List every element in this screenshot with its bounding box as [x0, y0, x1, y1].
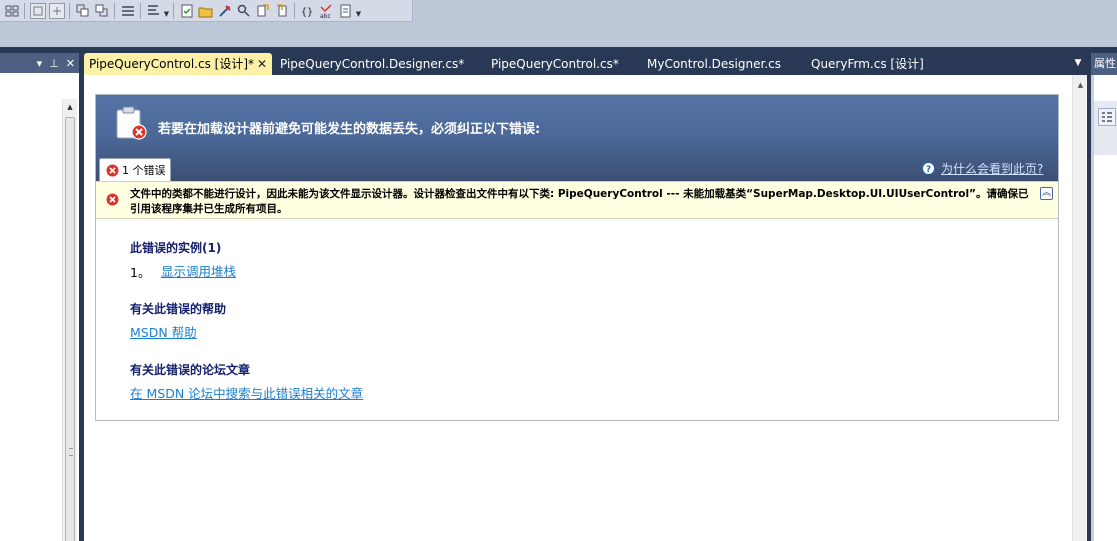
document-properties-icon[interactable]: [338, 3, 354, 19]
toolbar-separator: [114, 2, 115, 19]
why-this-page-help[interactable]: ? 为什么会看到此页?: [922, 160, 1043, 177]
toolbar-separator: [173, 2, 174, 19]
tab-mycontrol-designer[interactable]: MyControl.Designer.cs: [647, 53, 781, 75]
error-message-text: 文件中的类都不能进行设计，因此未能为该文件显示设计器。设计器检查出文件中有以下类…: [130, 188, 1029, 215]
tools-icon[interactable]: [217, 3, 233, 19]
send-to-back-icon[interactable]: [94, 3, 110, 19]
panel-menu-icon[interactable]: ▾: [37, 57, 43, 70]
tab-order-icon[interactable]: [120, 3, 136, 19]
properties-panel-title: 属性: [1091, 53, 1117, 75]
toolbar-separator: [294, 2, 295, 19]
properties-panel-body: [1094, 75, 1117, 541]
find-replace-icon[interactable]: [236, 3, 252, 19]
left-panel-scrollbar[interactable]: ▲: [62, 99, 77, 541]
undo-icon[interactable]: [255, 3, 271, 19]
scrollbar-thumb[interactable]: [65, 117, 75, 541]
tab-queryfrm-design[interactable]: QueryFrm.cs [设计]: [811, 53, 924, 75]
make-same-size-icon[interactable]: [29, 2, 46, 19]
error-icon: [106, 193, 119, 206]
collapse-chevron-icon[interactable]: ︽: [1040, 187, 1053, 200]
scroll-up-arrow-icon[interactable]: ▲: [63, 101, 77, 113]
section-title-error-help: 有关此错误的帮助: [130, 302, 227, 316]
designer-document: 若要在加载设计器前避免可能发生的数据丢失，必须纠正以下错误: 1 个错误 ? 为…: [84, 75, 1087, 541]
document-scrollbar[interactable]: ▲: [1072, 75, 1087, 541]
svg-text:{}: {}: [301, 7, 313, 18]
error-count-label: 1 个错误: [122, 164, 166, 177]
left-tool-panel: ▾ ⊥ ✕ ▲: [0, 53, 79, 541]
redo-icon[interactable]: [274, 3, 290, 19]
error-panel-title: 若要在加载设计器前避免可能发生的数据丢失，必须纠正以下错误:: [158, 122, 541, 137]
msdn-forum-search-link[interactable]: 在 MSDN 论坛中搜索与此错误相关的文章: [130, 383, 363, 402]
svg-text:abc: abc: [320, 13, 331, 19]
horizontal-spacing-icon[interactable]: [146, 3, 162, 19]
toolbar-strip: ▼ {} abc ▼: [0, 0, 413, 22]
msdn-help-link[interactable]: MSDN 帮助: [130, 322, 197, 341]
pin-icon[interactable]: ⊥: [49, 57, 59, 70]
svg-text:?: ?: [926, 165, 931, 175]
left-panel-header: ▾ ⊥ ✕: [0, 53, 79, 73]
tab-label: PipeQueryControl.cs*: [491, 57, 619, 71]
scrollbar-grip: [69, 448, 73, 456]
toolbar-overflow-icon[interactable]: ▼: [355, 3, 362, 19]
toolbar-overflow-icon[interactable]: ▼: [163, 3, 170, 19]
toolbar-separator: [24, 2, 25, 19]
error-count-tab[interactable]: 1 个错误: [99, 158, 171, 181]
clipboard-error-icon: [116, 106, 147, 140]
properties-toolbar: [1094, 101, 1117, 155]
error-message-bar: 文件中的类都不能进行设计，因此未能为该文件显示设计器。设计器检查出文件中有以下类…: [96, 181, 1058, 219]
size-to-grid-icon[interactable]: [48, 2, 65, 19]
why-this-page-link[interactable]: 为什么会看到此页?: [941, 160, 1043, 177]
toolbar-separator: [140, 2, 141, 19]
error-panel-header: 若要在加载设计器前避免可能发生的数据丢失，必须纠正以下错误: 1 个错误 ? 为…: [96, 95, 1058, 181]
tab-list-dropdown-icon[interactable]: ▼: [1072, 57, 1084, 69]
help-icon: ?: [922, 162, 935, 175]
tab-pipequerycontrol-designer[interactable]: PipeQueryControl.Designer.cs*: [280, 53, 464, 75]
show-call-stack-link[interactable]: 显示调用堆栈: [161, 261, 236, 280]
properties-panel: 属性: [1091, 53, 1117, 541]
checklist-icon[interactable]: [179, 3, 195, 19]
tab-label: MyControl.Designer.cs: [647, 57, 781, 71]
close-icon[interactable]: ✕: [66, 57, 75, 70]
scroll-up-arrow-icon[interactable]: ▲: [1073, 79, 1088, 91]
close-tab-icon[interactable]: ✕: [257, 53, 267, 75]
toolbar-separator: [69, 2, 70, 19]
tab-pipequerycontrol-cs[interactable]: PipeQueryControl.cs*: [491, 53, 619, 75]
tab-pipequerycontrol-design[interactable]: PipeQueryControl.cs [设计]* ✕: [84, 53, 272, 75]
document-tab-bar: PipeQueryControl.cs [设计]* ✕ PipeQueryCon…: [84, 53, 1087, 75]
align-grid-icon[interactable]: [4, 3, 20, 19]
tab-label: QueryFrm.cs [设计]: [811, 57, 924, 71]
toolbar: ▼ {} abc ▼: [0, 0, 1117, 47]
section-title-forum-articles: 有关此错误的论坛文章: [130, 363, 251, 377]
bring-to-front-icon[interactable]: [75, 3, 91, 19]
instance-number: 1。: [130, 265, 151, 280]
error-icon: [106, 164, 119, 176]
open-folder-icon[interactable]: [198, 3, 214, 19]
spell-check-icon[interactable]: abc: [319, 3, 335, 19]
code-braces-icon[interactable]: {}: [300, 3, 316, 19]
categorized-view-icon[interactable]: [1098, 108, 1116, 126]
designer-error-panel: 若要在加载设计器前避免可能发生的数据丢失，必须纠正以下错误: 1 个错误 ? 为…: [95, 94, 1059, 421]
tab-label: PipeQueryControl.Designer.cs*: [280, 57, 465, 71]
tab-label: PipeQueryControl.cs [设计]*: [89, 57, 254, 71]
section-title-error-instances: 此错误的实例(1): [130, 241, 222, 255]
